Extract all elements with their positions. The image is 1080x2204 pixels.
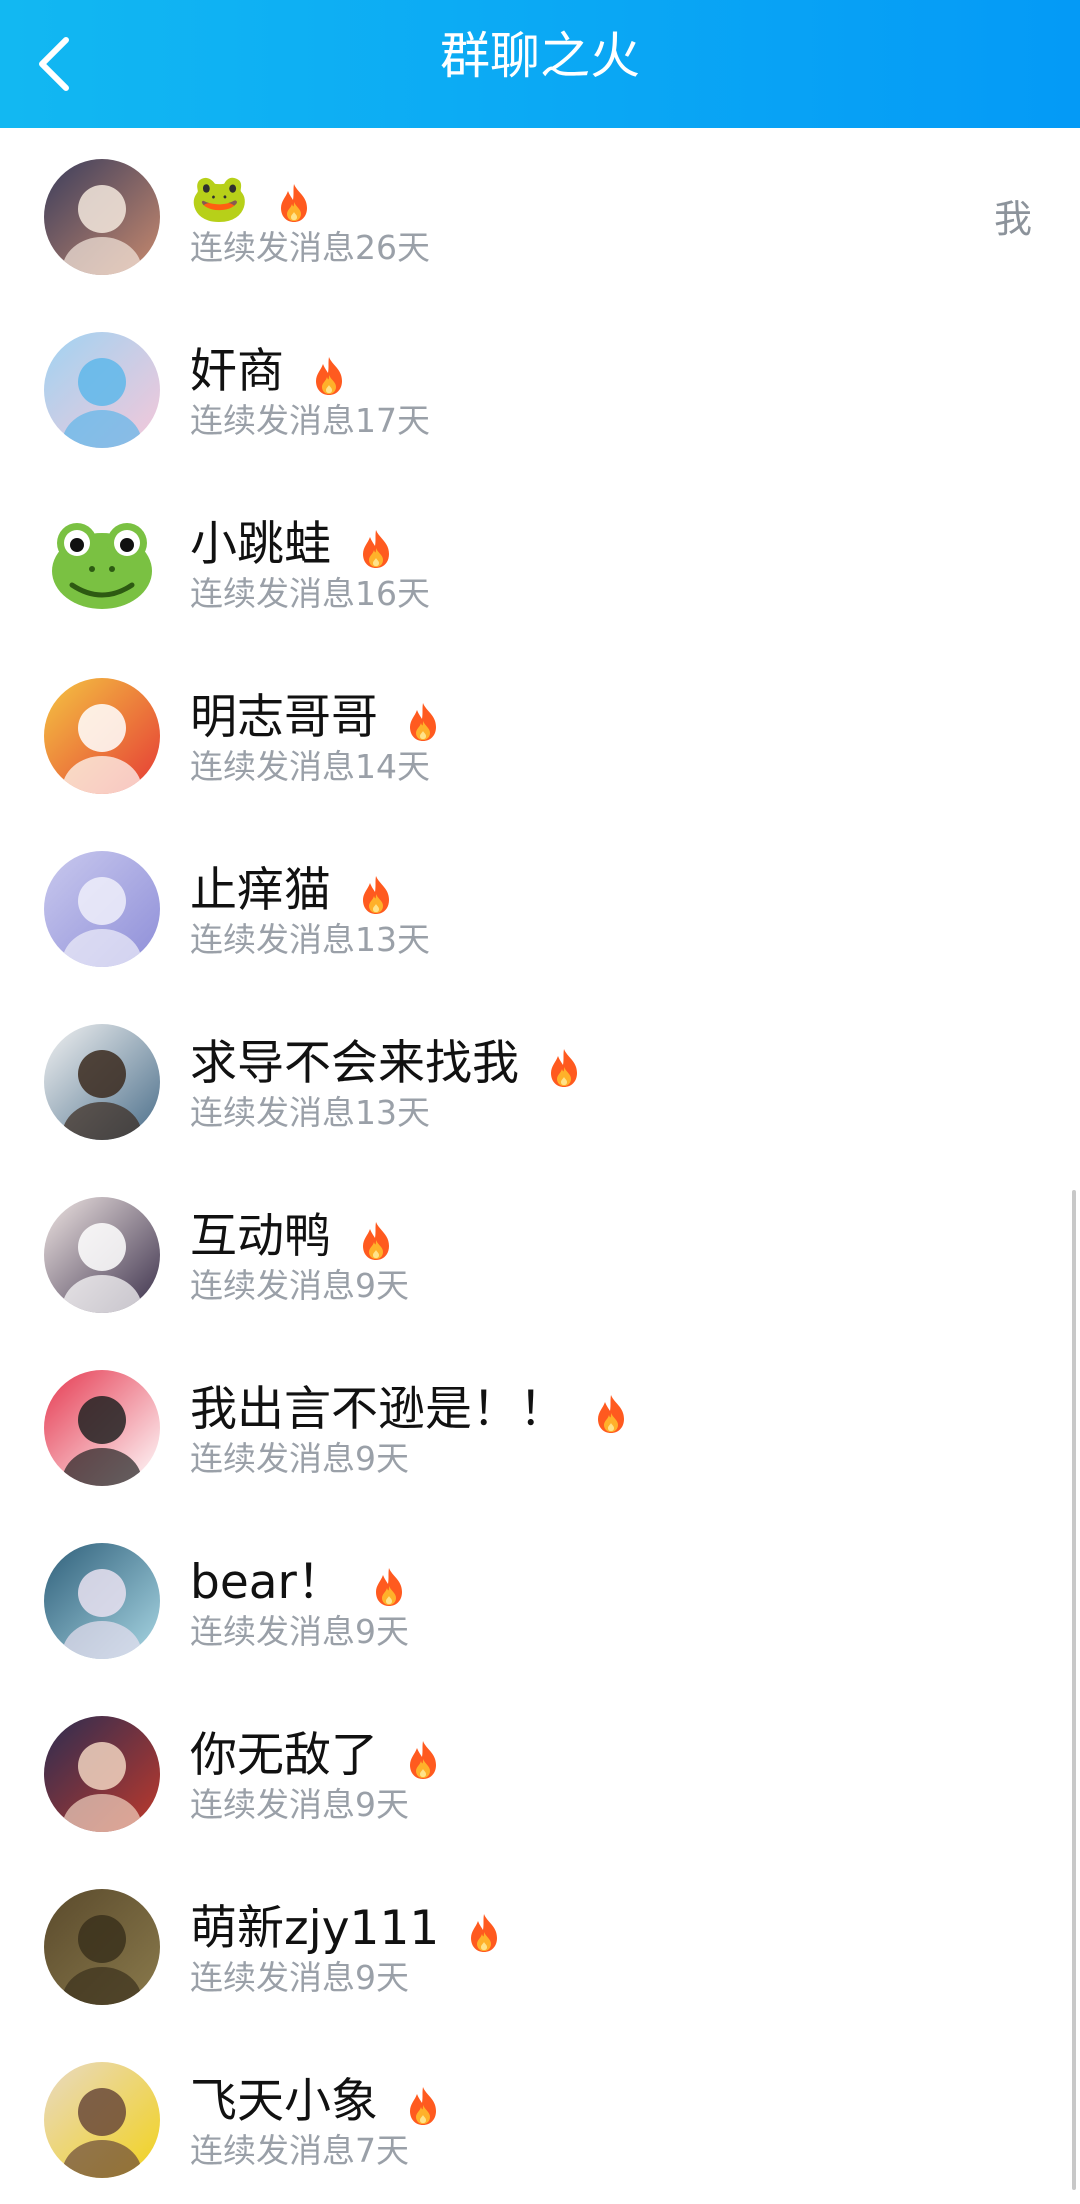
fire-icon xyxy=(372,1562,406,1606)
member-name: 互动鸭 xyxy=(190,1209,331,1264)
member-name-row: 明志哥哥 xyxy=(190,687,440,749)
streak-text: 连续发消息9天 xyxy=(190,1266,409,1305)
page-title: 群聊之火 xyxy=(440,27,640,85)
fire-icon xyxy=(359,1216,393,1260)
member-name-row: 🐸 xyxy=(190,168,311,230)
avatar[interactable] xyxy=(44,332,160,448)
list-item[interactable]: 明志哥哥 连续发消息14天 xyxy=(0,647,1080,820)
member-name-row: 奸商 xyxy=(190,341,346,403)
avatar[interactable] xyxy=(44,1716,160,1832)
streak-text: 连续发消息9天 xyxy=(190,1439,409,1478)
streak-text: 连续发消息14天 xyxy=(190,747,430,786)
list-item[interactable]: 奸商 连续发消息17天 xyxy=(0,301,1080,474)
member-name: 奸商 xyxy=(190,344,284,399)
member-name-row: 止痒猫 xyxy=(190,860,393,922)
streak-text: 连续发消息13天 xyxy=(190,920,430,959)
streak-text: 连续发消息26天 xyxy=(190,228,430,267)
member-name-row: 萌新zjy111 xyxy=(190,1898,501,1960)
list-item[interactable]: 🐸 连续发消息26天 我 xyxy=(0,128,1080,301)
fire-icon xyxy=(406,1735,440,1779)
member-name: 你无敌了 xyxy=(190,1728,378,1783)
list-item[interactable]: 小跳蛙 连续发消息16天 xyxy=(0,474,1080,647)
avatar[interactable] xyxy=(44,678,160,794)
avatar[interactable] xyxy=(44,159,160,275)
avatar[interactable] xyxy=(44,1197,160,1313)
avatar[interactable] xyxy=(44,2062,160,2178)
list-item[interactable]: 飞天小象 连续发消息7天 xyxy=(0,2031,1080,2204)
member-name-row: 你无敌了 xyxy=(190,1725,440,1787)
member-name: 我出言不逊是！！ xyxy=(190,1382,566,1437)
fire-icon xyxy=(467,1908,501,1952)
fire-icon xyxy=(594,1389,628,1433)
member-name: 萌新zjy111 xyxy=(190,1901,440,1956)
scrollbar[interactable] xyxy=(1072,1190,1076,2190)
member-name-row: bear！ xyxy=(190,1552,406,1614)
streak-text: 连续发消息17天 xyxy=(190,401,430,440)
fire-icon xyxy=(277,178,311,222)
avatar[interactable] xyxy=(44,505,160,621)
fire-icon xyxy=(547,1043,581,1087)
streak-text: 连续发消息16天 xyxy=(190,574,430,613)
avatar[interactable] xyxy=(44,1370,160,1486)
list-item[interactable]: 求导不会来找我 连续发消息13天 xyxy=(0,993,1080,1166)
avatar[interactable] xyxy=(44,851,160,967)
member-name-row: 互动鸭 xyxy=(190,1206,393,1268)
streak-text: 连续发消息9天 xyxy=(190,1958,409,1997)
list-item[interactable]: 我出言不逊是！！ 连续发消息9天 xyxy=(0,1339,1080,1512)
list-item[interactable]: 你无敌了 连续发消息9天 xyxy=(0,1685,1080,1858)
member-name: 小跳蛙 xyxy=(190,517,331,572)
list-item[interactable]: 止痒猫 连续发消息13天 xyxy=(0,820,1080,993)
self-tag: 我 xyxy=(993,197,1032,241)
header-bar: 群聊之火 xyxy=(0,0,1080,128)
member-name: 求导不会来找我 xyxy=(190,1036,519,1091)
member-name: 止痒猫 xyxy=(190,863,331,918)
streak-text: 连续发消息7天 xyxy=(190,2131,409,2170)
member-name: 明志哥哥 xyxy=(190,690,378,745)
list-item[interactable]: 互动鸭 连续发消息9天 xyxy=(0,1166,1080,1339)
fire-icon xyxy=(406,2081,440,2125)
member-name-row: 小跳蛙 xyxy=(190,514,393,576)
fire-icon xyxy=(406,697,440,741)
member-name-row: 飞天小象 xyxy=(190,2071,440,2133)
avatar[interactable] xyxy=(44,1024,160,1140)
streak-text: 连续发消息13天 xyxy=(190,1093,430,1132)
member-name: bear！ xyxy=(190,1555,344,1610)
member-name: 🐸 xyxy=(190,171,249,226)
list-item[interactable]: 萌新zjy111 连续发消息9天 xyxy=(0,1858,1080,2031)
avatar[interactable] xyxy=(44,1889,160,2005)
fire-icon xyxy=(359,870,393,914)
streak-text: 连续发消息9天 xyxy=(190,1785,409,1824)
member-name-row: 求导不会来找我 xyxy=(190,1033,581,1095)
fire-icon xyxy=(312,351,346,395)
fire-icon xyxy=(359,524,393,568)
member-name-row: 我出言不逊是！！ xyxy=(190,1379,628,1441)
member-name: 飞天小象 xyxy=(190,2074,378,2129)
member-list: 🐸 连续发消息26天 我 奸商 连续发消息17天 小跳蛙 连续发消息16天 明志… xyxy=(0,128,1080,2204)
list-item[interactable]: bear！ 连续发消息9天 xyxy=(0,1512,1080,1685)
streak-text: 连续发消息9天 xyxy=(190,1612,409,1651)
avatar[interactable] xyxy=(44,1543,160,1659)
